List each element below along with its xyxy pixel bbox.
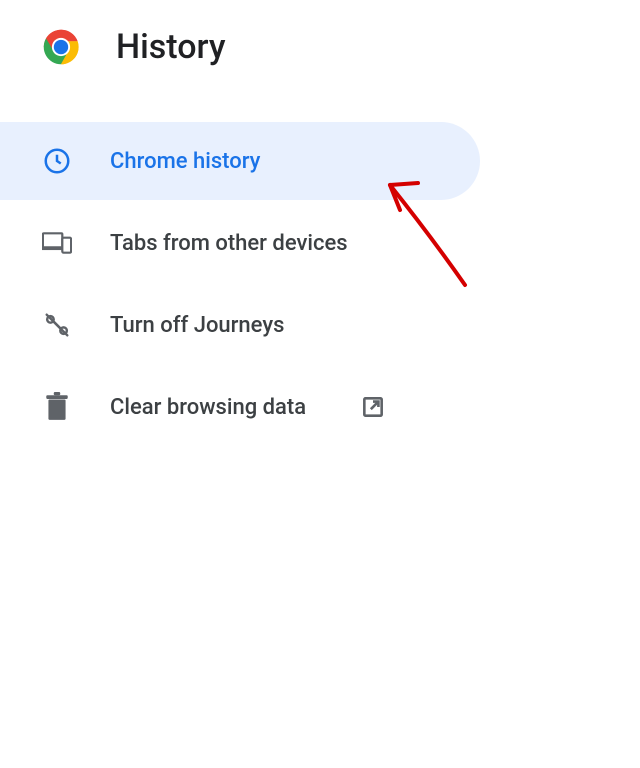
nav-item-tabs-from-other-devices[interactable]: Tabs from other devices: [0, 204, 480, 282]
nav-label: Chrome history: [110, 149, 260, 174]
external-link-icon: [358, 394, 388, 420]
header: History: [0, 0, 640, 94]
nav-item-clear-browsing-data[interactable]: Clear browsing data: [0, 368, 480, 446]
nav-item-turn-off-journeys[interactable]: Turn off Journeys: [0, 286, 480, 364]
devices-icon: [42, 230, 72, 256]
history-nav: Chrome history Tabs from other devices T…: [0, 122, 640, 446]
page-title: History: [116, 27, 225, 67]
nav-label: Tabs from other devices: [110, 231, 348, 256]
journeys-off-icon: [42, 309, 72, 341]
clock-icon: [42, 146, 72, 176]
nav-label: Clear browsing data: [110, 395, 306, 420]
nav-label: Turn off Journeys: [110, 313, 284, 338]
trash-icon: [42, 392, 72, 422]
nav-item-chrome-history[interactable]: Chrome history: [0, 122, 480, 200]
chrome-logo-icon: [38, 24, 84, 70]
